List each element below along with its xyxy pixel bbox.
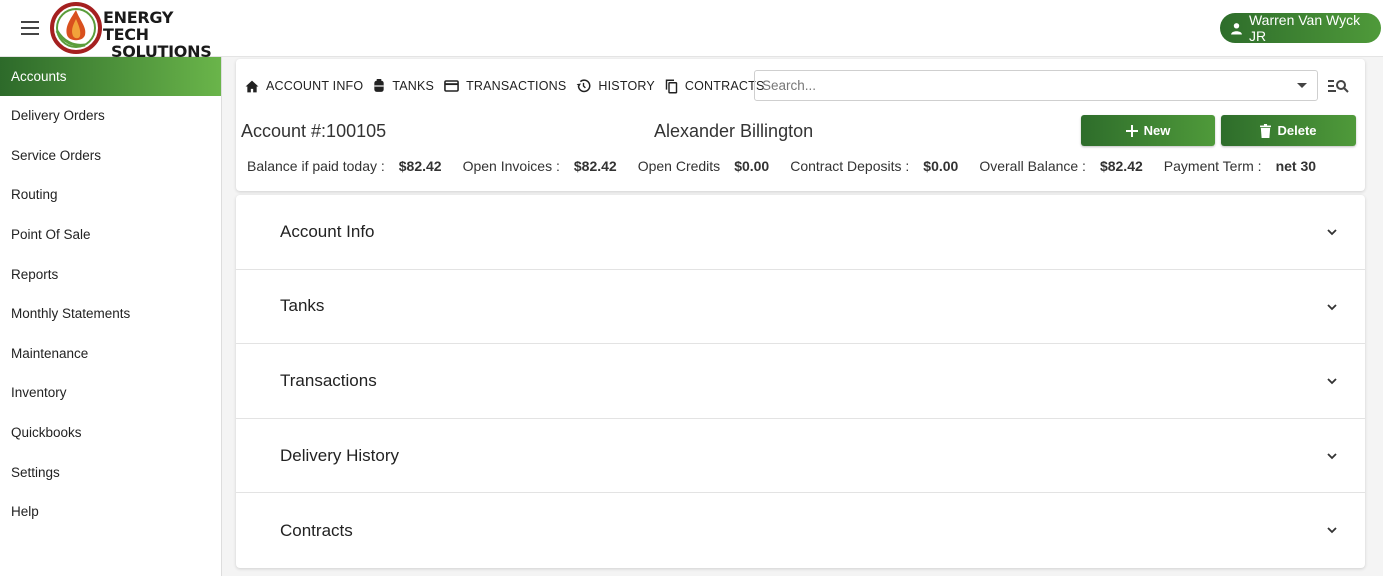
tab-bar: ACCOUNT INFO TANKS TRANSACTIONS HISTORY … bbox=[245, 77, 774, 95]
stat-label: Open Credits bbox=[637, 158, 721, 174]
tab-label: ACCOUNT INFO bbox=[266, 79, 364, 93]
sidebar-item-label: Settings bbox=[11, 464, 60, 480]
section-title: Transactions bbox=[280, 370, 377, 390]
user-menu-button[interactable]: Warren Van Wyck JR bbox=[1220, 12, 1381, 44]
sidebar-item-label: Reports bbox=[11, 266, 59, 282]
stat-label: Payment Term : bbox=[1163, 158, 1262, 174]
sidebar-item-maintenance[interactable]: Maintenance bbox=[0, 334, 221, 374]
top-bar: ENERGY TECH SOLUTIONS Warren Van Wyck JR bbox=[0, 0, 1383, 60]
sidebar-item-help[interactable]: Help bbox=[0, 492, 221, 532]
account-header-card: ACCOUNT INFO TANKS TRANSACTIONS HISTORY … bbox=[236, 59, 1365, 191]
tab-tanks[interactable]: TANKS bbox=[373, 77, 434, 95]
stat-open-credits: Open Credits $0.00 bbox=[638, 158, 770, 174]
section-accordion: Account Info Tanks Transactions Delivery… bbox=[236, 195, 1365, 568]
chevron-down-icon[interactable] bbox=[1327, 525, 1337, 535]
stat-open-invoices: Open Invoices : $82.42 bbox=[463, 158, 617, 174]
trash-icon bbox=[1260, 123, 1272, 138]
plus-icon bbox=[1125, 124, 1138, 137]
hamburger-icon[interactable] bbox=[21, 21, 39, 35]
search-input[interactable] bbox=[762, 78, 1282, 93]
stat-value: $82.42 bbox=[398, 158, 442, 174]
sidebar-item-label: Delivery Orders bbox=[11, 108, 105, 124]
sidebar-item-label: Point Of Sale bbox=[11, 227, 91, 243]
stat-overall-balance: Overall Balance : $82.42 bbox=[979, 158, 1142, 174]
stat-balance-if-paid-today: Balance if paid today : $82.42 bbox=[247, 158, 442, 174]
tab-history[interactable]: HISTORY bbox=[576, 77, 655, 95]
sidebar-item-routing[interactable]: Routing bbox=[0, 175, 221, 215]
section-title: Delivery History bbox=[280, 445, 400, 465]
user-name: Warren Van Wyck JR bbox=[1248, 12, 1361, 44]
section-account-info[interactable]: Account Info bbox=[236, 195, 1365, 270]
tab-label: TRANSACTIONS bbox=[466, 79, 567, 93]
sidebar-item-label: Monthly Statements bbox=[11, 306, 131, 322]
sidebar-item-service-orders[interactable]: Service Orders bbox=[0, 136, 221, 176]
stat-value: $82.42 bbox=[1099, 158, 1143, 174]
sidebar-item-accounts[interactable]: Accounts bbox=[0, 57, 221, 96]
account-name: Alexander Billington bbox=[654, 121, 814, 141]
brand-logo[interactable]: ENERGY TECH SOLUTIONS bbox=[49, 1, 212, 60]
stat-payment-term: Payment Term : net 30 bbox=[1164, 158, 1316, 174]
chevron-down-icon[interactable] bbox=[1327, 451, 1337, 461]
advanced-search-icon[interactable] bbox=[1327, 76, 1349, 96]
stat-label: Overall Balance : bbox=[979, 158, 1086, 174]
sidebar: Accounts Delivery Orders Service Orders … bbox=[0, 57, 222, 576]
sidebar-item-label: Inventory bbox=[11, 385, 67, 401]
tab-label: TANKS bbox=[392, 79, 435, 93]
search-box[interactable] bbox=[754, 70, 1318, 101]
section-transactions[interactable]: Transactions bbox=[236, 344, 1365, 419]
stat-label: Open Invoices : bbox=[462, 158, 560, 174]
tab-transactions[interactable]: TRANSACTIONS bbox=[444, 77, 566, 95]
sidebar-item-label: Maintenance bbox=[11, 345, 89, 361]
delete-button[interactable]: Delete bbox=[1221, 115, 1356, 146]
sidebar-item-label: Quickbooks bbox=[11, 425, 82, 441]
sidebar-item-delivery-orders[interactable]: Delivery Orders bbox=[0, 96, 221, 136]
stat-label: Balance if paid today : bbox=[247, 158, 385, 174]
chevron-down-icon[interactable] bbox=[1327, 376, 1337, 386]
new-button[interactable]: New bbox=[1081, 115, 1215, 146]
stat-value: $0.00 bbox=[923, 158, 959, 174]
person-icon bbox=[1231, 22, 1242, 34]
tab-account-info[interactable]: ACCOUNT INFO bbox=[245, 77, 363, 95]
history-icon bbox=[577, 79, 591, 93]
section-tanks[interactable]: Tanks bbox=[236, 270, 1365, 345]
section-title: Contracts bbox=[280, 520, 353, 540]
credit-card-icon bbox=[444, 80, 459, 92]
stat-value: $82.42 bbox=[573, 158, 617, 174]
section-delivery-history[interactable]: Delivery History bbox=[236, 419, 1365, 494]
flame-drop-logo bbox=[50, 2, 102, 54]
sidebar-item-label: Accounts bbox=[11, 69, 67, 84]
delete-button-label: Delete bbox=[1277, 123, 1317, 138]
brand-line1: ENERGY TECH bbox=[103, 8, 174, 44]
sidebar-item-monthly-statements[interactable]: Monthly Statements bbox=[0, 294, 221, 334]
tank-icon bbox=[374, 79, 384, 92]
stat-value: net 30 bbox=[1275, 158, 1317, 174]
section-contracts[interactable]: Contracts bbox=[236, 493, 1365, 568]
section-title: Tanks bbox=[280, 296, 325, 316]
stat-contract-deposits: Contract Deposits : $0.00 bbox=[790, 158, 958, 174]
chevron-down-icon[interactable] bbox=[1297, 83, 1307, 88]
sidebar-item-reports[interactable]: Reports bbox=[0, 254, 221, 294]
sidebar-item-settings[interactable]: Settings bbox=[0, 452, 221, 492]
copy-icon bbox=[665, 79, 678, 93]
sidebar-item-label: Help bbox=[11, 504, 39, 520]
sidebar-item-quickbooks[interactable]: Quickbooks bbox=[0, 413, 221, 453]
tab-label: HISTORY bbox=[598, 79, 655, 93]
sidebar-item-label: Service Orders bbox=[11, 147, 102, 163]
home-icon bbox=[245, 80, 259, 92]
account-stats: Balance if paid today : $82.42 Open Invoi… bbox=[247, 158, 1316, 174]
sidebar-item-label: Routing bbox=[11, 187, 58, 203]
section-title: Account Info bbox=[280, 221, 375, 241]
stat-label: Contract Deposits : bbox=[790, 158, 910, 174]
account-number: Account #:100105 bbox=[241, 121, 387, 141]
chevron-down-icon[interactable] bbox=[1327, 227, 1337, 237]
tab-label: CONTRACTS bbox=[684, 79, 765, 93]
sidebar-item-inventory[interactable]: Inventory bbox=[0, 373, 221, 413]
sidebar-item-point-of-sale[interactable]: Point Of Sale bbox=[0, 215, 221, 255]
tab-contracts[interactable]: CONTRACTS bbox=[665, 77, 765, 95]
chevron-down-icon[interactable] bbox=[1327, 302, 1337, 312]
new-button-label: New bbox=[1143, 123, 1171, 138]
stat-value: $0.00 bbox=[734, 158, 770, 174]
